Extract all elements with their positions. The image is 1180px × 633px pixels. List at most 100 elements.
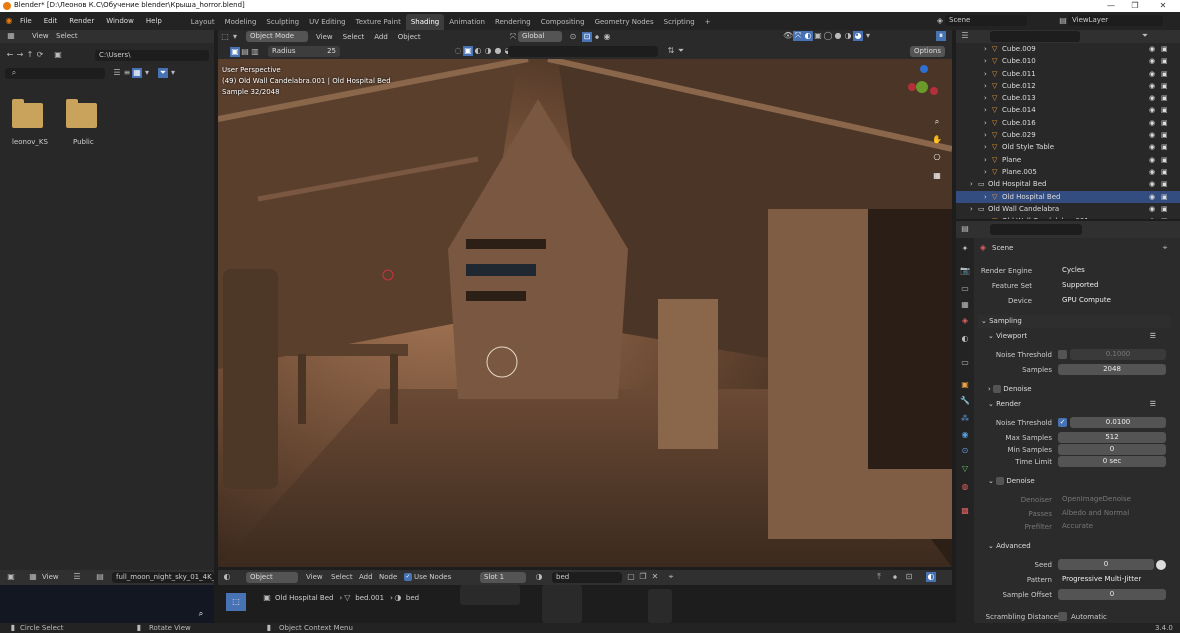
sampling-section[interactable]: ⌄ Sampling: [978, 315, 1170, 328]
list-vertical-icon[interactable]: ☰: [112, 68, 122, 78]
options-button[interactable]: Options: [910, 46, 946, 57]
chevron-right-icon[interactable]: ›: [984, 166, 987, 178]
viewport-menu-add[interactable]: Add: [374, 33, 388, 41]
chevron-right-icon[interactable]: ›: [970, 178, 973, 190]
folder-label[interactable]: leonov_KS: [12, 138, 48, 146]
tab-compositing[interactable]: Compositing: [536, 14, 590, 30]
advanced-subsection[interactable]: ⌄ Advanced: [978, 540, 1170, 553]
device-dropdown[interactable]: GPU Compute: [1058, 295, 1170, 306]
chevron-right-icon[interactable]: ›: [984, 68, 987, 80]
viewlayer-name[interactable]: ViewLayer: [1068, 15, 1163, 26]
node[interactable]: [542, 585, 582, 623]
vp-noise-threshold-field[interactable]: 0.1000: [1070, 349, 1166, 360]
menu-window[interactable]: Window: [100, 12, 140, 30]
thumbnails-icon[interactable]: ▦: [132, 68, 142, 78]
max-samples-field[interactable]: 512: [1058, 432, 1166, 443]
viewport-menu-select[interactable]: Select: [343, 33, 365, 41]
node-menu-view[interactable]: View: [306, 573, 323, 581]
vp-denoise-subsection[interactable]: › Denoise: [978, 383, 1170, 396]
tab-shading[interactable]: Shading: [405, 13, 445, 30]
image-canvas[interactable]: ⌕: [0, 585, 214, 623]
solid-shading-icon[interactable]: ●: [833, 31, 843, 41]
snap-icon[interactable]: ⦁: [890, 572, 900, 582]
r-noise-threshold-checkbox[interactable]: ✓: [1058, 418, 1067, 427]
seed-clock-icon[interactable]: [1156, 560, 1166, 570]
overlay-icon[interactable]: ◐: [926, 572, 936, 582]
sort-icon[interactable]: ⇅: [666, 46, 676, 56]
duplicate-icon[interactable]: ❐: [638, 572, 648, 582]
outliner-filter-icon[interactable]: ⏷: [1140, 31, 1150, 41]
camera-icon[interactable]: ▣: [1161, 191, 1168, 203]
camera-icon[interactable]: ▣: [1161, 129, 1168, 141]
select-tool-icon[interactable]: ⬚: [226, 593, 246, 611]
r-noise-threshold-field[interactable]: 0.0100: [1070, 417, 1166, 428]
shading-opt3-icon[interactable]: ●: [493, 46, 503, 56]
path-field[interactable]: C:\Users\: [95, 50, 209, 61]
camera-icon[interactable]: ▣: [1161, 55, 1168, 67]
modifier-tab-icon[interactable]: 🔧: [960, 396, 970, 406]
render-engine-dropdown[interactable]: Cycles: [1058, 265, 1170, 276]
new-folder-icon[interactable]: ▣: [53, 50, 63, 60]
list-icon[interactable]: ☰: [1150, 398, 1156, 411]
pin-icon[interactable]: ⌖: [1160, 243, 1170, 253]
select-subtract-icon[interactable]: ▥: [250, 47, 260, 57]
perspective-grid-icon[interactable]: ▦: [932, 171, 942, 181]
xray-icon[interactable]: ▣: [813, 31, 823, 41]
tab--[interactable]: +: [700, 14, 716, 30]
time-limit-field[interactable]: 0 sec: [1058, 456, 1166, 467]
scene-name[interactable]: Scene: [945, 15, 1027, 26]
eye-icon[interactable]: ◉: [1149, 117, 1155, 129]
breadcrumb-mesh[interactable]: bed.001: [355, 594, 384, 602]
viewport-subsection[interactable]: ⌄ Viewport ☰: [978, 330, 1170, 343]
menu-help[interactable]: Help: [140, 12, 168, 30]
tab-layout[interactable]: Layout: [186, 14, 220, 30]
menu-render[interactable]: Render: [63, 12, 100, 30]
tool-tab-icon[interactable]: ✦: [960, 244, 970, 254]
breadcrumb-material[interactable]: bed: [406, 594, 419, 602]
eye-icon[interactable]: ◉: [1149, 191, 1155, 203]
camera-view-icon[interactable]: ⎔: [932, 153, 942, 163]
outliner-item[interactable]: › ▽ Cube.012 ◉ ▣: [956, 80, 1180, 92]
sample-offset-field[interactable]: 0: [1058, 589, 1166, 600]
feature-set-dropdown[interactable]: Supported: [1058, 280, 1170, 291]
prefilter-dropdown[interactable]: Accurate: [1058, 521, 1166, 532]
eye-icon[interactable]: ◉: [1149, 178, 1155, 190]
tab-uv-editing[interactable]: UV Editing: [304, 14, 351, 30]
vp-denoise-checkbox[interactable]: [993, 385, 1002, 393]
node[interactable]: [460, 585, 520, 605]
selectability-icon[interactable]: ▾: [230, 32, 240, 42]
material-name-field[interactable]: bed: [552, 572, 622, 583]
camera-icon[interactable]: ▣: [1161, 117, 1168, 129]
eye-icon[interactable]: ◉: [1149, 215, 1155, 219]
chevron-right-icon[interactable]: ›: [984, 215, 987, 219]
slot-dropdown[interactable]: Slot 1: [480, 572, 526, 583]
image-browse-icon[interactable]: ▤: [95, 572, 105, 582]
3d-viewport[interactable]: User Perspective (49) Old Wall Candelabr…: [218, 59, 952, 567]
radius-field[interactable]: Radius 25: [268, 46, 340, 57]
outliner-item[interactable]: › ▽ Cube.014 ◉ ▣: [956, 104, 1180, 116]
image-view-menu[interactable]: View: [42, 573, 59, 581]
rendered-shading-icon[interactable]: ◕: [853, 31, 863, 41]
node-menu-add[interactable]: Add: [359, 573, 373, 581]
vp-noise-threshold-checkbox[interactable]: [1058, 350, 1067, 359]
seed-field[interactable]: 0: [1058, 559, 1154, 570]
pan-hand-icon[interactable]: ✋: [932, 135, 942, 145]
shading-dropdown-icon[interactable]: ▾: [863, 31, 873, 41]
render-subsection[interactable]: ⌄ Render ☰: [978, 398, 1170, 411]
constraints-tab-icon[interactable]: ⊙: [960, 446, 970, 456]
sort-dropdown-icon[interactable]: ▾: [142, 68, 152, 78]
blender-menu-icon[interactable]: ◉: [4, 16, 14, 26]
minimize-icon[interactable]: —: [1100, 0, 1122, 12]
node-canvas[interactable]: ⬚ ▣ Old Hospital Bed › ▽ bed.001 › ◑ bed: [218, 585, 952, 623]
select-box-icon[interactable]: ▣: [230, 46, 240, 57]
viewlayer-selector[interactable]: ▤ ViewLayer: [1058, 15, 1163, 26]
gizmo-icon[interactable]: ⤧: [793, 31, 803, 41]
node-editor-icon[interactable]: ◐: [222, 572, 232, 582]
outliner-item[interactable]: › ▭ Old Wall Candelabra ◉ ▣: [956, 203, 1180, 215]
chevron-right-icon[interactable]: ›: [970, 203, 973, 215]
orientation-dropdown[interactable]: Global: [518, 31, 562, 42]
outliner-item[interactable]: › ▽ Cube.013 ◉ ▣: [956, 92, 1180, 104]
use-nodes-checkbox[interactable]: ✓: [404, 573, 412, 581]
collection-tab-icon[interactable]: ▭: [960, 358, 970, 368]
view-layer-tab-icon[interactable]: ▦: [960, 300, 970, 310]
